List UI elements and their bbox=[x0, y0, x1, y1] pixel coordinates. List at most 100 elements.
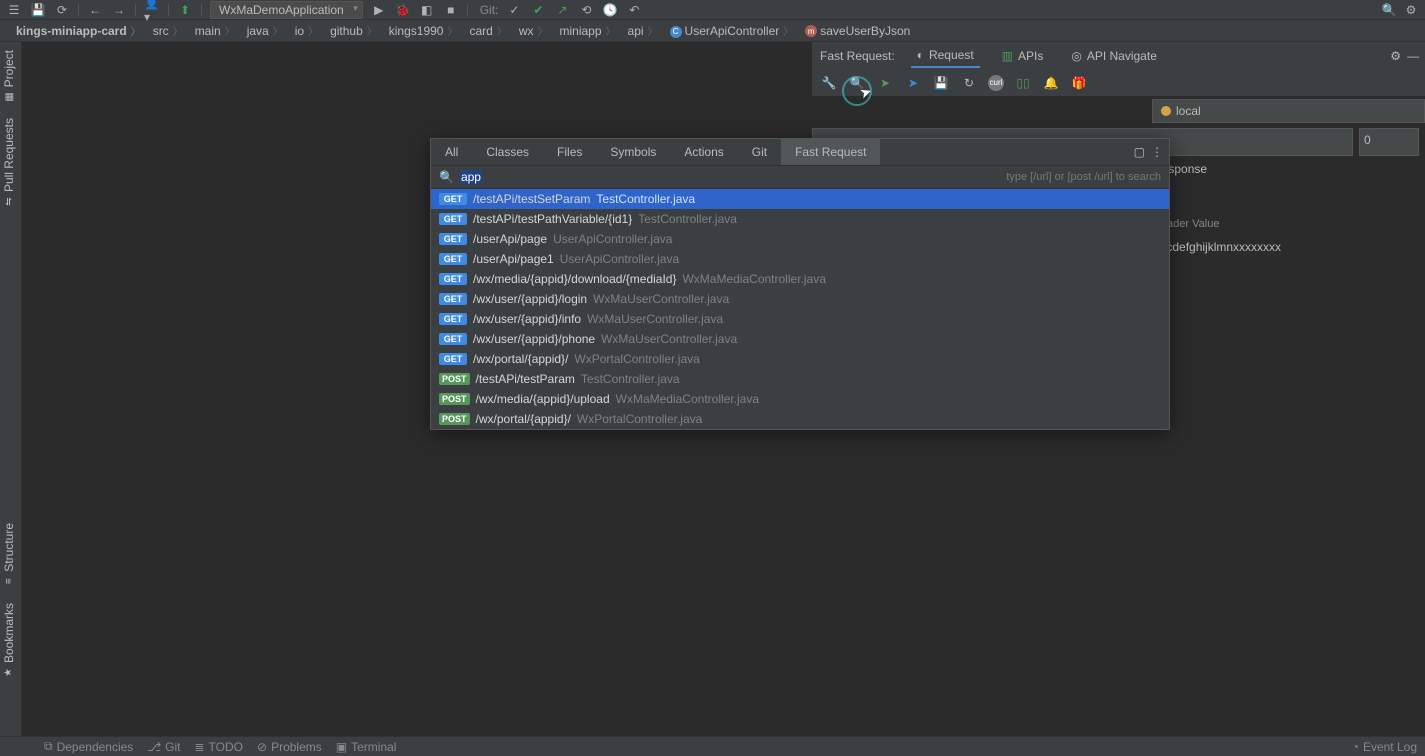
sidebar-tab-project[interactable]: ▦Project bbox=[0, 42, 18, 110]
se-tabstrip: All Classes Files Symbols Actions Git Fa… bbox=[431, 139, 1169, 165]
se-result-file: WxPortalController.java bbox=[577, 412, 702, 426]
tab-request[interactable]: ◐ Request bbox=[911, 44, 980, 68]
crumb-method[interactable]: msaveUserByJson bbox=[799, 24, 916, 38]
open-icon[interactable]: ☰ bbox=[6, 2, 22, 18]
fast-request-label: Fast Request: bbox=[820, 49, 895, 63]
sidebar-tab-pullrequests[interactable]: ⇋Pull Requests bbox=[0, 110, 18, 215]
sb-todo[interactable]: ≣ TODO bbox=[194, 740, 243, 754]
crumb[interactable]: java bbox=[241, 23, 289, 38]
se-result-file: WxMaUserController.java bbox=[601, 332, 737, 346]
response-label: Response bbox=[1145, 162, 1425, 176]
tab-api-navigate[interactable]: ◎ API Navigate bbox=[1065, 45, 1163, 67]
se-result-row[interactable]: POST/testAPi/testParam TestController.ja… bbox=[431, 369, 1169, 389]
filter-icon[interactable]: ⋮ bbox=[1151, 145, 1163, 159]
se-tab-symbols[interactable]: Symbols bbox=[596, 139, 670, 165]
se-tab-actions[interactable]: Actions bbox=[670, 139, 737, 165]
bell-icon[interactable]: 🔔 bbox=[1042, 74, 1060, 92]
crumb[interactable]: wx bbox=[513, 23, 554, 38]
status-bar: ⧉ Dependencies ⎇ Git ≣ TODO ⊘ Problems ▣… bbox=[0, 736, 1425, 756]
git-label: Git: bbox=[480, 3, 499, 17]
run-icon[interactable]: ▶ bbox=[371, 2, 387, 18]
se-result-row[interactable]: GET/wx/user/{appid}/phone WxMaUserContro… bbox=[431, 329, 1169, 349]
crumb[interactable]: github bbox=[324, 23, 383, 38]
main-toolbar: ☰ 💾 ⟳ ← → 👤▾ ⬆ WxMaDemoApplication ▶ 🐞 ◧… bbox=[0, 0, 1425, 20]
gift-icon[interactable]: 🎁 bbox=[1070, 74, 1088, 92]
se-tab-git[interactable]: Git bbox=[738, 139, 781, 165]
sb-problems[interactable]: ⊘ Problems bbox=[257, 740, 322, 754]
sb-terminal[interactable]: ▣ Terminal bbox=[336, 740, 397, 754]
back-icon[interactable]: ← bbox=[87, 2, 103, 18]
http-method-badge: GET bbox=[439, 313, 467, 325]
search-icon[interactable]: 🔍 bbox=[848, 74, 866, 92]
se-result-row[interactable]: GET/testAPi/testSetParam TestController.… bbox=[431, 189, 1169, 209]
crumb[interactable]: card bbox=[463, 23, 512, 38]
se-result-row[interactable]: GET/userApi/page1 UserApiController.java bbox=[431, 249, 1169, 269]
save-icon[interactable]: 💾 bbox=[932, 74, 950, 92]
se-result-row[interactable]: POST/wx/portal/{appid}/ WxPortalControll… bbox=[431, 409, 1169, 429]
tab-apis[interactable]: ▥ APIs bbox=[996, 45, 1050, 67]
crumb[interactable]: io bbox=[289, 23, 324, 38]
sidebar-tab-bookmarks[interactable]: ★Bookmarks bbox=[0, 595, 18, 686]
crumb-class[interactable]: CUserApiController bbox=[664, 23, 800, 38]
user-icon[interactable]: 👤▾ bbox=[144, 2, 160, 18]
crumb[interactable]: src bbox=[147, 23, 189, 38]
search-everywhere-icon[interactable]: 🔍 bbox=[1381, 2, 1397, 18]
git-update-icon[interactable]: ✓ bbox=[506, 2, 522, 18]
wrench-icon[interactable]: 🔧 bbox=[820, 74, 838, 92]
timeout-input[interactable]: 0 bbox=[1359, 128, 1419, 156]
redo-icon[interactable]: ↻ bbox=[960, 74, 978, 92]
se-result-path: /testAPi/testPathVariable/{id1} bbox=[473, 212, 632, 226]
crumb[interactable]: kings-miniapp-card bbox=[10, 23, 147, 38]
se-tab-classes[interactable]: Classes bbox=[472, 139, 543, 165]
sb-eventlog[interactable]: ◔ Event Log bbox=[1352, 740, 1417, 754]
hammer-icon[interactable]: ⬆ bbox=[177, 2, 193, 18]
send-download-icon[interactable]: ➤ bbox=[904, 74, 922, 92]
se-result-row[interactable]: GET/wx/portal/{appid}/ WxPortalControlle… bbox=[431, 349, 1169, 369]
se-tab-files[interactable]: Files bbox=[543, 139, 596, 165]
http-method-badge: GET bbox=[439, 233, 467, 245]
se-search-input[interactable]: app bbox=[460, 170, 482, 184]
target-icon: ◎ bbox=[1071, 49, 1081, 63]
coverage-icon[interactable]: ◧ bbox=[419, 2, 435, 18]
left-tool-strip: ▦Project ⇋Pull Requests ≡Structure ★Book… bbox=[0, 42, 22, 736]
se-result-file: TestController.java bbox=[581, 372, 680, 386]
crumb[interactable]: api bbox=[622, 23, 664, 38]
git-commit-icon[interactable]: ✔ bbox=[530, 2, 546, 18]
gear-icon[interactable]: ⚙ bbox=[1390, 49, 1401, 63]
se-tab-fastrequest[interactable]: Fast Request bbox=[781, 139, 880, 165]
http-method-badge: GET bbox=[439, 333, 467, 345]
se-result-row[interactable]: GET/wx/user/{appid}/login WxMaUserContro… bbox=[431, 289, 1169, 309]
crumb[interactable]: main bbox=[189, 23, 241, 38]
doc-icon[interactable]: ▯▯ bbox=[1014, 74, 1032, 92]
crumb[interactable]: miniapp bbox=[554, 23, 622, 38]
sb-git[interactable]: ⎇ Git bbox=[147, 740, 180, 754]
send-icon[interactable]: ➤ bbox=[876, 74, 894, 92]
git-clock-icon[interactable]: 🕓 bbox=[602, 2, 618, 18]
git-rollback-icon[interactable]: ↶ bbox=[626, 2, 642, 18]
se-result-row[interactable]: GET/wx/media/{appid}/download/{mediaId} … bbox=[431, 269, 1169, 289]
minimize-icon[interactable]: — bbox=[1407, 49, 1419, 63]
se-result-row[interactable]: GET/wx/user/{appid}/info WxMaUserControl… bbox=[431, 309, 1169, 329]
crumb[interactable]: kings1990 bbox=[383, 23, 464, 38]
se-results-list: GET/testAPi/testSetParam TestController.… bbox=[431, 189, 1169, 429]
run-config-selector[interactable]: WxMaDemoApplication bbox=[210, 1, 363, 19]
forward-icon[interactable]: → bbox=[111, 2, 127, 18]
save-icon[interactable]: 💾 bbox=[30, 2, 46, 18]
se-result-file: TestController.java bbox=[596, 192, 695, 206]
debug-icon[interactable]: 🐞 bbox=[395, 2, 411, 18]
se-result-row[interactable]: GET/userApi/page UserApiController.java bbox=[431, 229, 1169, 249]
stop-icon[interactable]: ■ bbox=[443, 2, 459, 18]
env-selector[interactable]: local bbox=[1152, 99, 1425, 123]
sidebar-tab-structure[interactable]: ≡Structure bbox=[0, 515, 18, 595]
se-result-row[interactable]: POST/wx/media/{appid}/upload WxMaMediaCo… bbox=[431, 389, 1169, 409]
git-history-icon[interactable]: ⟲ bbox=[578, 2, 594, 18]
sb-dependencies[interactable]: ⧉ Dependencies bbox=[44, 739, 133, 754]
sync-icon[interactable]: ⟳ bbox=[54, 2, 70, 18]
curl-icon[interactable]: curl bbox=[988, 75, 1004, 91]
preview-icon[interactable]: ▢ bbox=[1134, 145, 1145, 159]
se-result-row[interactable]: GET/testAPi/testPathVariable/{id1} TestC… bbox=[431, 209, 1169, 229]
se-tab-all[interactable]: All bbox=[431, 139, 472, 165]
settings-icon[interactable]: ⚙ bbox=[1403, 2, 1419, 18]
http-method-badge: GET bbox=[439, 293, 467, 305]
git-push-icon[interactable]: ↗ bbox=[554, 2, 570, 18]
